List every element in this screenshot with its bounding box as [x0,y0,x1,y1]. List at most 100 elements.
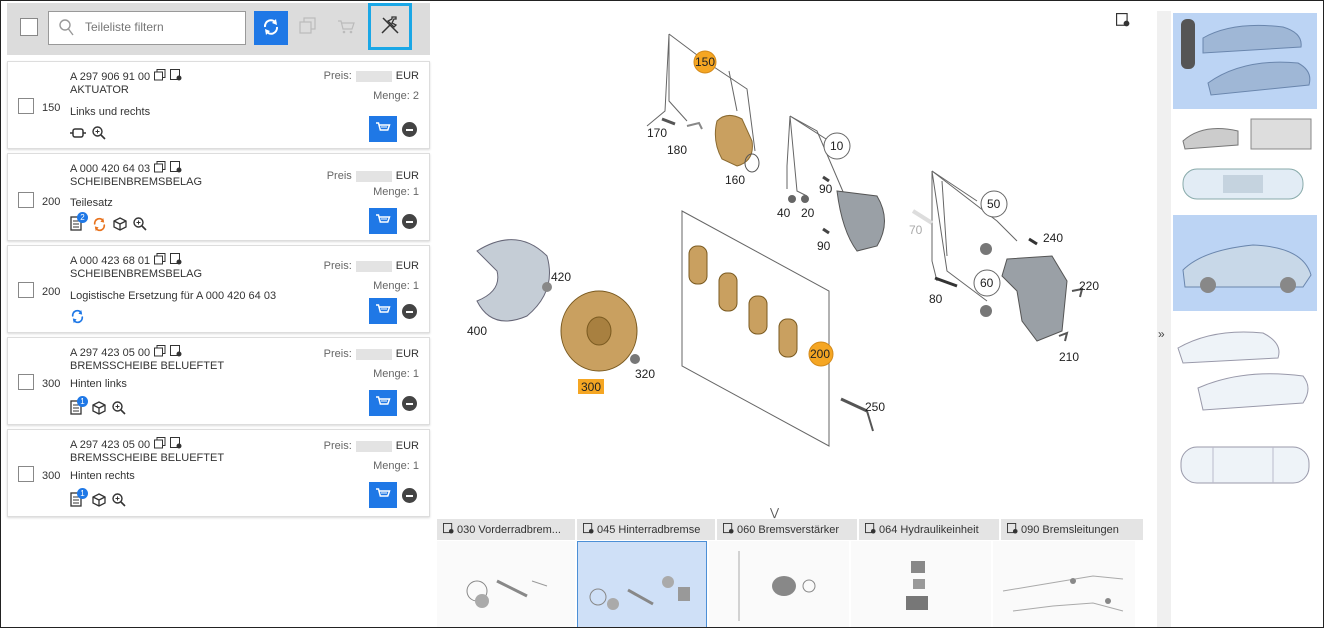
tab-060[interactable]: 060 Bremsverstärker [717,519,857,540]
thumbnail-030[interactable] [437,541,575,627]
item-checkbox[interactable] [18,282,34,298]
part-name: SCHEIBENBREMSBELAG [70,268,203,280]
vehicle-view-exterior[interactable] [1173,13,1317,109]
document-icon[interactable] [1116,13,1130,30]
item-checkbox[interactable] [18,192,34,208]
callout-300[interactable]: 300 [581,380,601,394]
search-box[interactable] [48,11,246,45]
refresh-button[interactable] [254,11,288,45]
callout-320[interactable]: 320 [635,367,655,381]
collapse-chevron-icon[interactable]: ⋁ [770,506,779,519]
zoom-icon[interactable] [112,493,126,510]
copy-icon[interactable] [154,253,166,268]
part-item[interactable]: 150 A 297 906 91 00 AKTUATOR Links und r… [7,61,430,149]
part-item[interactable]: 300 A 297 423 05 00 BREMSSCHEIBE BELUEFT… [7,429,430,517]
select-all-checkbox[interactable] [20,18,38,36]
refresh-icon[interactable] [70,309,85,327]
exploded-view-diagram[interactable]: 150 170 180 160 10 90 40 20 90 70 50 240… [437,1,1159,506]
dust-shield-part[interactable] [476,239,550,322]
brake-disc-part[interactable] [560,290,638,372]
callout-170[interactable]: 170 [647,126,667,140]
package-icon[interactable] [92,401,106,418]
tab-045[interactable]: 045 Hinterradbremse [577,519,715,540]
callout-160[interactable]: 160 [725,173,745,187]
search-input[interactable] [85,20,235,34]
document-icon[interactable] [170,345,182,360]
item-checkbox[interactable] [18,98,34,114]
add-to-cart-button[interactable] [369,298,397,324]
document-icon[interactable] [170,161,182,176]
part-item[interactable]: 200 A 000 423 68 01 SCHEIBENBREMSBELAG L… [7,245,430,333]
add-to-cart-button[interactable] [369,208,397,234]
callout-400[interactable]: 400 [467,324,487,338]
copy-icon[interactable] [154,161,166,176]
carrier-part[interactable] [934,237,1084,342]
callout-240[interactable]: 240 [1043,231,1063,245]
vehicle-view-wireframe[interactable] [1173,433,1317,495]
item-checkbox[interactable] [18,374,34,390]
vehicle-view-chassis[interactable] [1173,215,1317,311]
replacement-icon[interactable] [92,217,107,235]
zoom-icon[interactable] [92,126,106,143]
callout-50[interactable]: 50 [987,197,1001,211]
part-item[interactable]: 300 A 297 423 05 00 BREMSSCHEIBE BELUEFT… [7,337,430,425]
zoom-icon[interactable] [112,401,126,418]
brake-pads-part[interactable] [688,245,798,358]
remove-button[interactable] [402,304,417,319]
tab-030[interactable]: 030 Vorderradbrem... [437,519,575,540]
item-icons: 1 [70,488,126,511]
add-to-cart-button[interactable] [369,390,397,416]
callout-220[interactable]: 220 [1079,279,1099,293]
vehicle-view-interior[interactable] [1173,113,1317,157]
price: Preis: EUR [324,440,419,452]
vehicle-view-xray[interactable] [1173,318,1317,426]
right-panel-toggle[interactable]: » [1157,11,1171,627]
item-checkbox[interactable] [18,466,34,482]
document-icon[interactable] [170,437,182,452]
callout-180[interactable]: 180 [667,143,687,157]
copy-icon[interactable] [299,17,317,38]
thumbnail-045[interactable] [577,541,707,627]
callout-10[interactable]: 10 [830,139,844,153]
document-icon[interactable] [170,253,182,268]
add-to-cart-button[interactable] [369,482,397,508]
cart-icon[interactable] [337,19,355,38]
parts-list-icon[interactable]: 1 [70,396,88,419]
thumbnail-090[interactable] [993,541,1135,627]
tab-090[interactable]: 090 Bremsleitungen [1001,519,1143,540]
document-icon[interactable] [170,69,182,84]
callout-40[interactable]: 40 [777,206,791,220]
remove-button[interactable] [402,396,417,411]
remove-button[interactable] [402,122,417,137]
callout-200[interactable]: 200 [810,347,830,361]
callout-210[interactable]: 210 [1059,350,1079,364]
callout-250[interactable]: 250 [865,400,885,414]
package-icon[interactable] [113,217,127,234]
callout-150[interactable]: 150 [695,55,715,69]
thumbnail-060[interactable] [709,541,849,627]
remove-button[interactable] [402,488,417,503]
parts-list-icon[interactable]: 1 [70,488,88,511]
add-to-cart-button[interactable] [369,116,397,142]
callout-60[interactable]: 60 [980,276,994,290]
remove-button[interactable] [402,214,417,229]
callout-420[interactable]: 420 [551,270,571,284]
actuator-icon[interactable] [70,127,86,142]
callout-90b[interactable]: 90 [817,239,831,253]
callout-70[interactable]: 70 [909,223,923,237]
copy-icon[interactable] [154,69,166,84]
zoom-icon[interactable] [133,217,147,234]
copy-icon[interactable] [154,345,166,360]
item-icons: 1 [70,396,126,419]
tab-064[interactable]: 064 Hydraulikeinheit [859,519,999,540]
callout-90a[interactable]: 90 [819,182,833,196]
callout-80[interactable]: 80 [929,292,943,306]
part-item[interactable]: 200 A 000 420 64 03 SCHEIBENBREMSBELAG T… [7,153,430,241]
unpin-button[interactable] [368,3,412,50]
thumbnail-064[interactable] [851,541,991,627]
callout-20[interactable]: 20 [801,206,815,220]
parts-list-icon[interactable]: 2 [70,212,88,235]
vehicle-view-topdown[interactable] [1173,163,1317,205]
package-icon[interactable] [92,493,106,510]
copy-icon[interactable] [154,437,166,452]
